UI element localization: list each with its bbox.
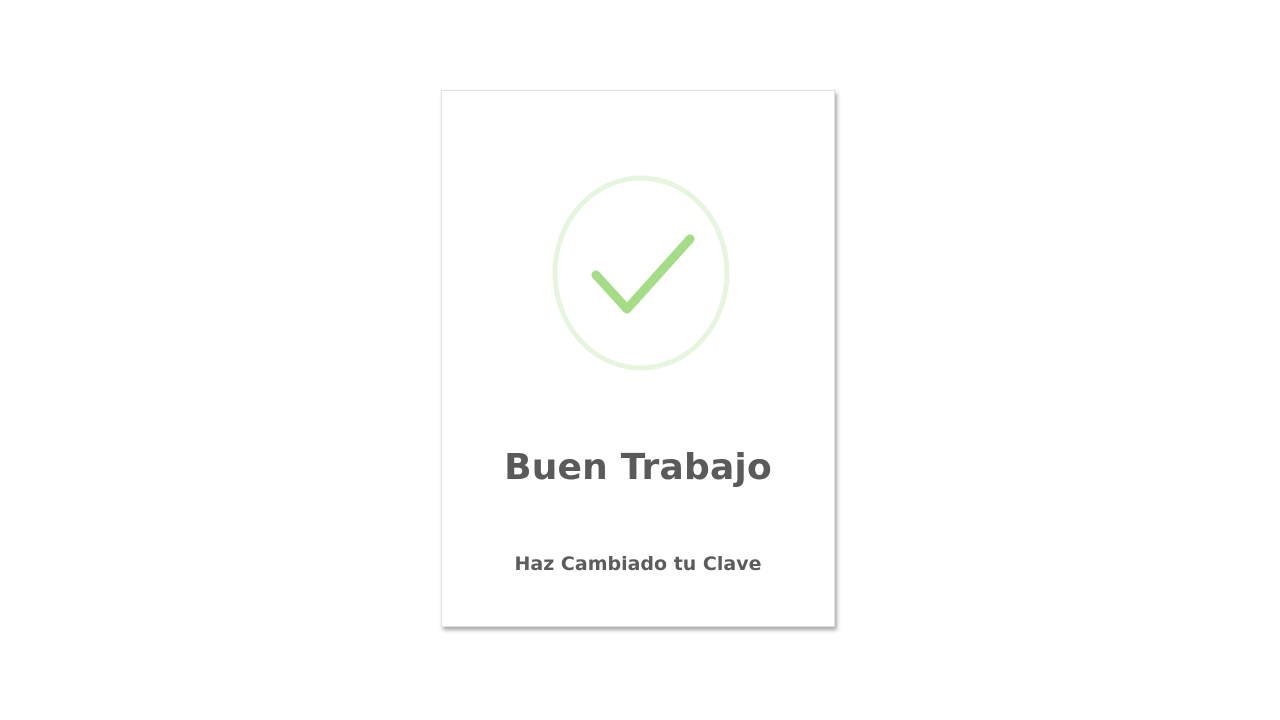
success-check-icon <box>552 175 730 371</box>
check-mark <box>591 234 695 314</box>
success-ring <box>552 175 730 371</box>
success-dialog: Buen Trabajo Haz Cambiado tu Clave <box>441 90 835 627</box>
dialog-title: Buen Trabajo <box>504 447 772 488</box>
dialog-message: Haz Cambiado tu Clave <box>514 553 762 575</box>
